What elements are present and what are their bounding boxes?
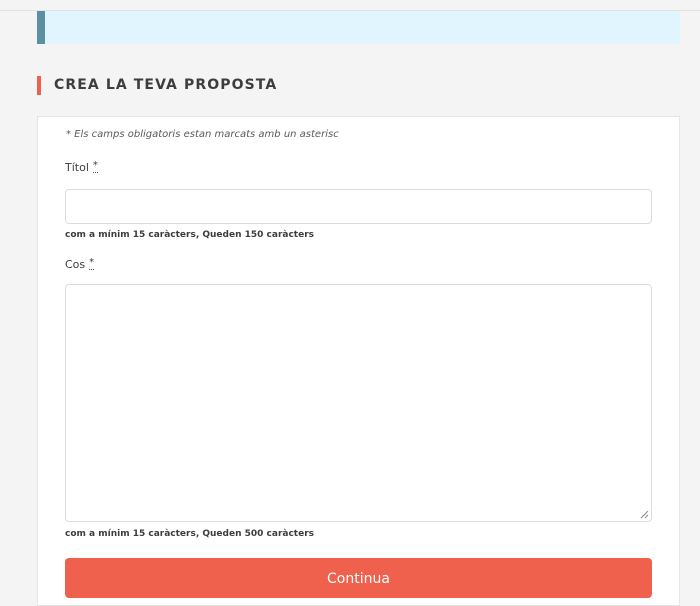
title-label-text: Títol	[65, 161, 89, 174]
title-label: Títol *	[65, 161, 98, 174]
title-char-counter: com a mínim 15 caràcters, Queden 150 car…	[65, 230, 314, 240]
section-accent-bar	[37, 76, 41, 95]
body-label: Cos *	[65, 257, 95, 271]
required-asterisk: *	[89, 257, 95, 270]
callout-accent-bar	[37, 11, 45, 44]
required-asterisk: *	[92, 160, 98, 173]
section-title: CREA LA TEVA PROPOSTA	[54, 77, 278, 93]
body-textarea[interactable]	[65, 284, 652, 522]
body-label-text: Cos	[65, 258, 86, 271]
continue-button[interactable]: Continua	[65, 558, 652, 598]
resize-handle-icon[interactable]	[640, 510, 649, 519]
info-callout	[37, 11, 680, 44]
required-fields-note: * Els camps obligatoris estan marcats am…	[66, 129, 339, 140]
body-char-counter: com a mínim 15 caràcters, Queden 500 car…	[65, 529, 314, 539]
title-input[interactable]	[65, 189, 652, 224]
proposal-form: * Els camps obligatoris estan marcats am…	[37, 116, 680, 606]
